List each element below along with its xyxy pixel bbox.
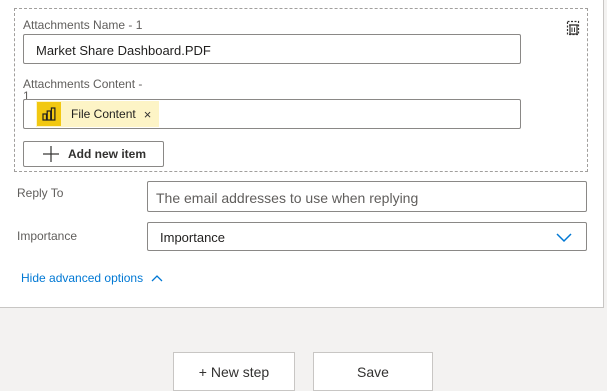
delete-item-icon[interactable]	[563, 18, 583, 38]
chevron-down-icon	[556, 233, 572, 243]
attachments-name-label: Attachments Name - 1	[23, 18, 143, 32]
action-card: Attachments Name - 1 Market Share Dashbo…	[0, 0, 604, 308]
chevron-up-icon	[151, 275, 163, 282]
importance-label: Importance	[17, 229, 78, 243]
importance-select[interactable]: Importance	[147, 222, 587, 251]
plus-icon	[43, 146, 59, 162]
reply-to-placeholder: The email addresses to use when replying	[156, 190, 419, 206]
attachments-name-value: Market Share Dashboard.PDF	[36, 43, 211, 58]
add-new-item-button[interactable]: Add new item	[23, 141, 164, 167]
add-new-item-label: Add new item	[68, 147, 147, 161]
save-button[interactable]: Save	[313, 352, 433, 391]
reply-to-input[interactable]: The email addresses to use when replying	[147, 181, 587, 212]
token-remove-icon[interactable]: ×	[144, 107, 152, 122]
new-step-button[interactable]: + New step	[173, 352, 295, 391]
reply-to-label: Reply To	[17, 186, 64, 200]
attachments-content-label: Attachments Content -	[23, 77, 143, 91]
token-label: File Content	[71, 107, 136, 121]
attachments-content-input[interactable]: File Content ×	[23, 99, 521, 129]
dynamic-content-token[interactable]: File Content ×	[36, 101, 160, 127]
hide-advanced-options-label: Hide advanced options	[21, 271, 144, 285]
power-bi-icon	[37, 102, 61, 126]
attachments-name-input[interactable]: Market Share Dashboard.PDF	[23, 34, 521, 64]
hide-advanced-options-link[interactable]: Hide advanced options	[21, 271, 163, 285]
importance-select-value: Importance	[160, 230, 226, 245]
